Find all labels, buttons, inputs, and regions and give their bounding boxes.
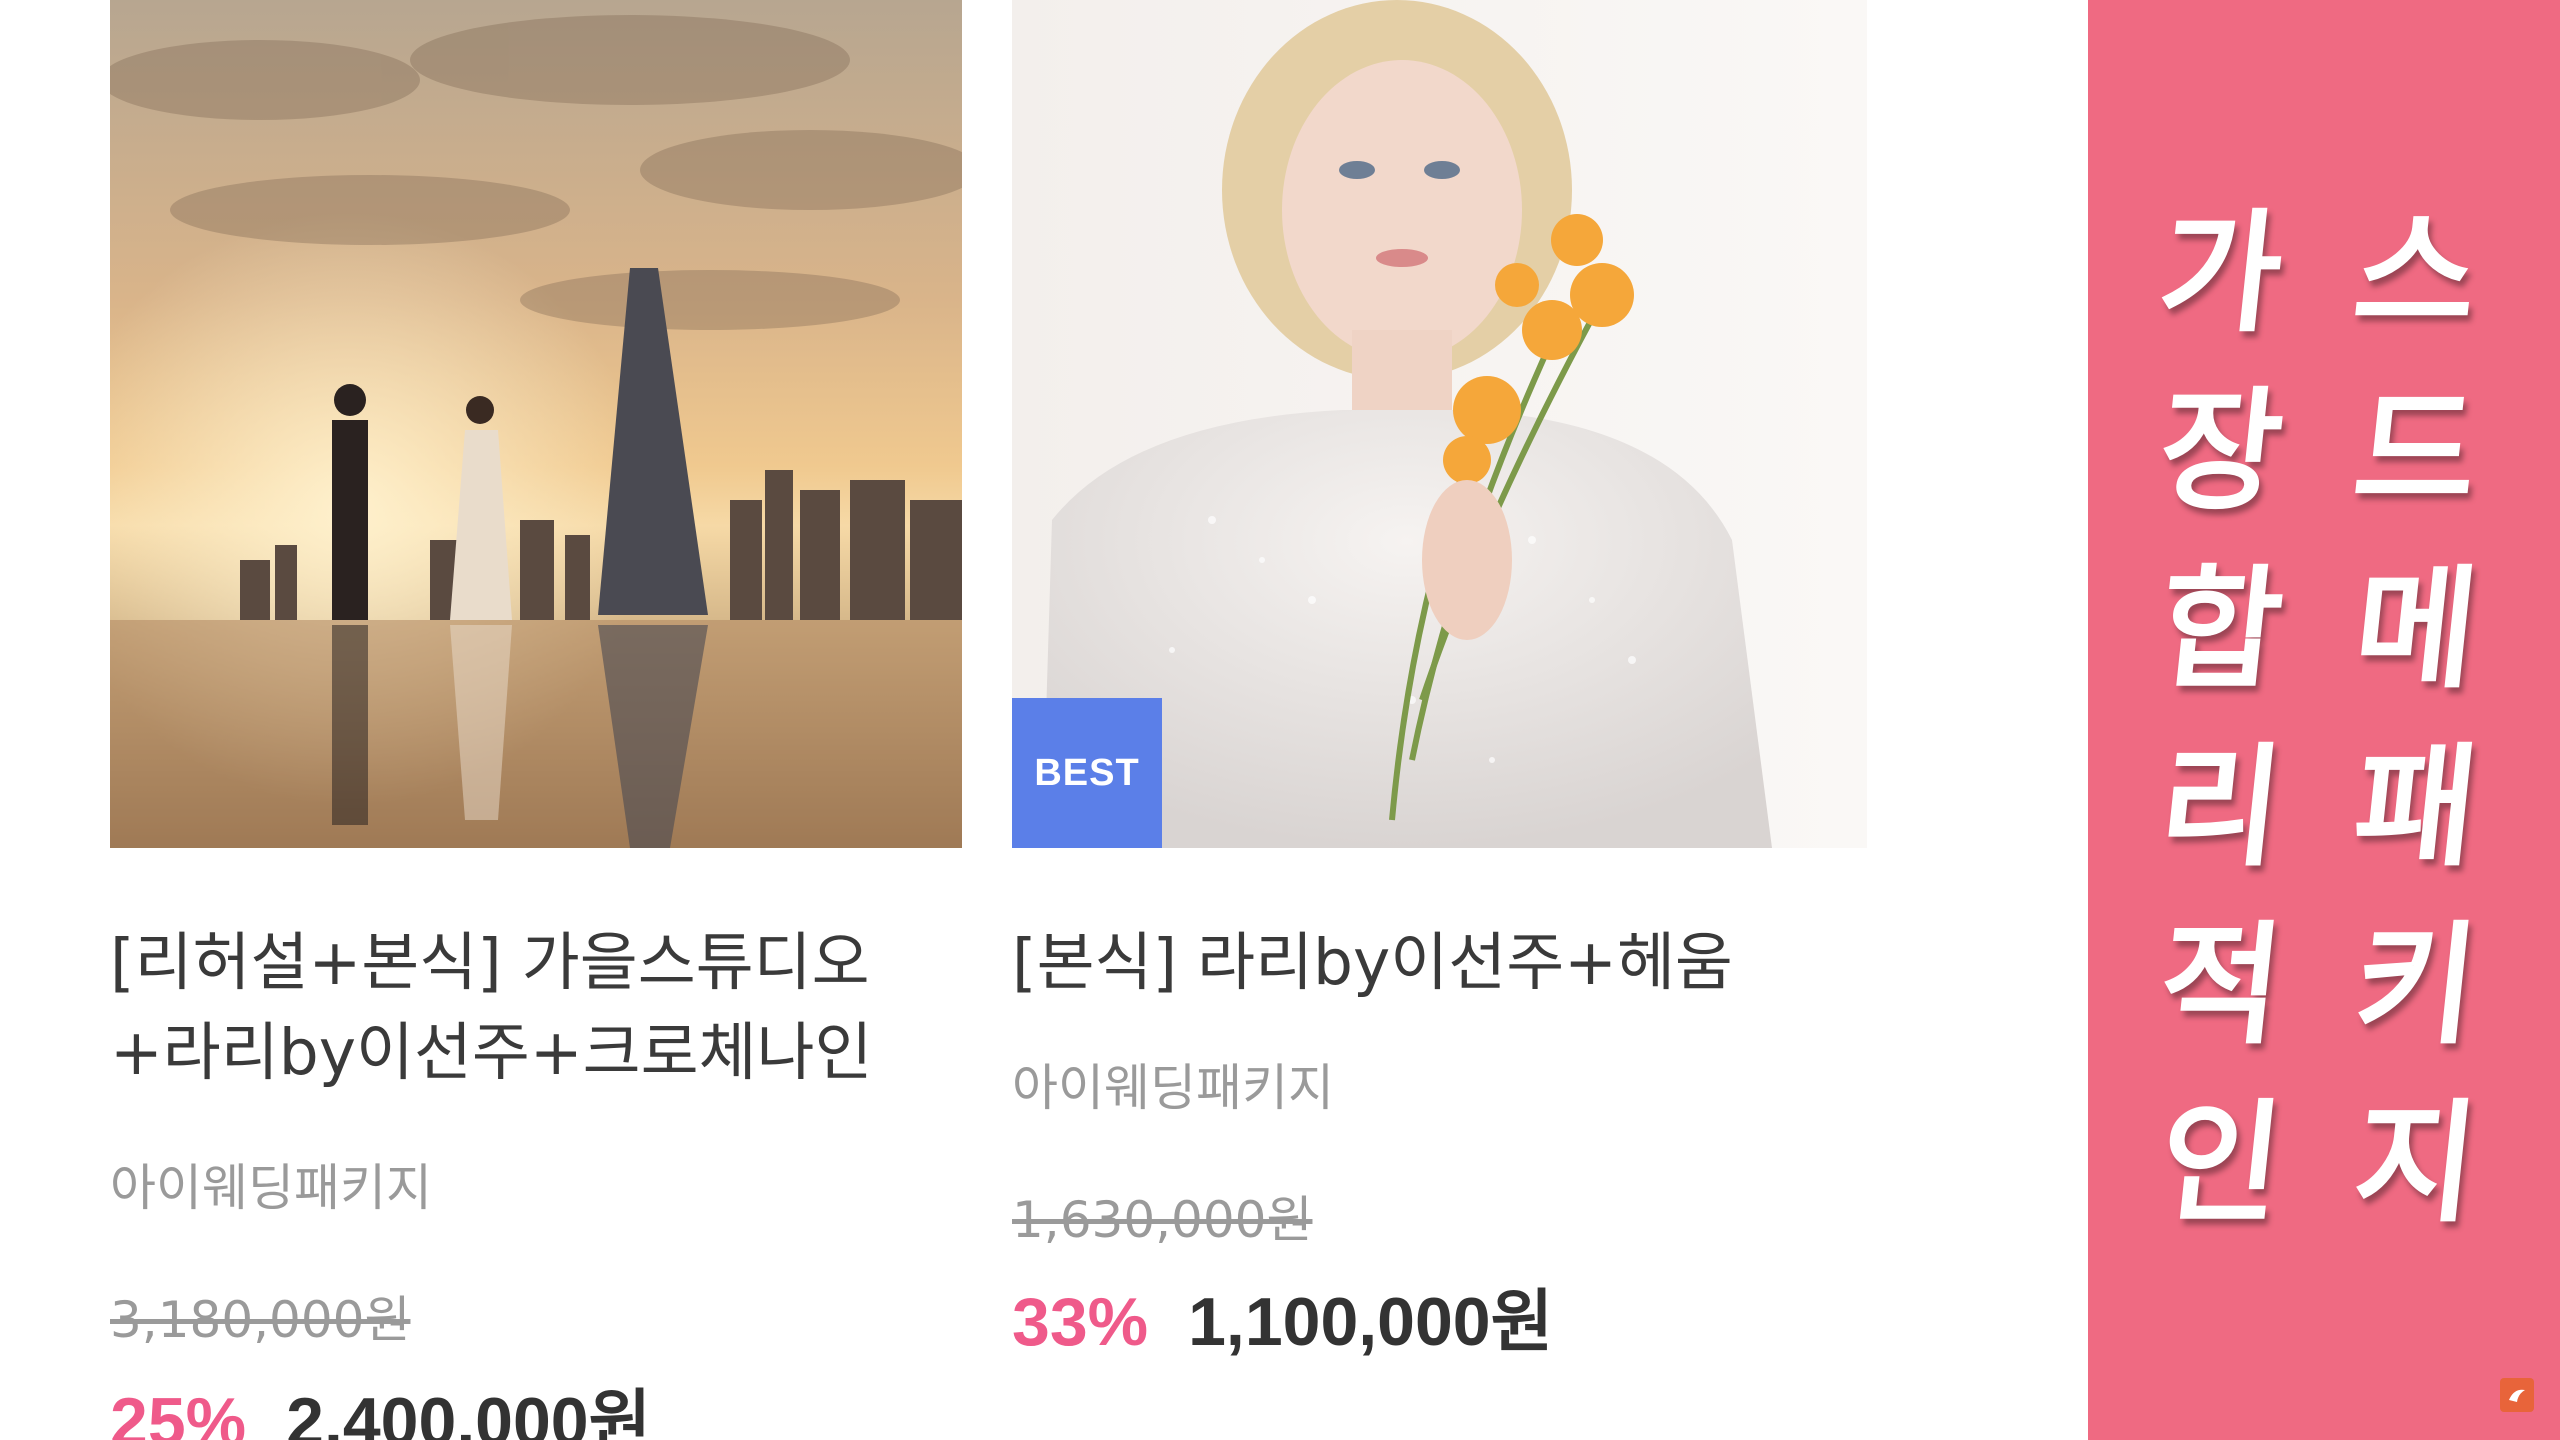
banner-char: 가: [2151, 197, 2290, 351]
logo-glyph-icon: [2509, 1389, 2525, 1402]
original-price: 3,180,000원: [110, 1291, 411, 1349]
banner-char: 장: [2151, 375, 2290, 529]
best-badge: BEST: [1012, 698, 1162, 848]
skyline-photo: [110, 0, 962, 848]
original-price: 1,630,000원: [1012, 1191, 1313, 1249]
sale-price: 1,100,000원: [1188, 1284, 1554, 1360]
banner-column-left: 가 장 합 리 적 인: [2152, 185, 2290, 1253]
vendor-name: 아이웨딩패키지: [1012, 1059, 1334, 1117]
product-title-line-1[interactable]: [본식] 라리by이선주+헤움: [1012, 918, 1867, 1008]
product-title-line-2[interactable]: +라리by이선주+크로체나인: [110, 1008, 962, 1098]
banner-char: 지: [2346, 1087, 2485, 1241]
product-card-1[interactable]: [리허설+본식] 가을스튜디오 +라리by이선주+크로체나인 아이웨딩패키지 3…: [110, 0, 962, 1440]
banner-char: 합: [2151, 553, 2290, 707]
product-image-bride[interactable]: BEST: [1012, 0, 1867, 848]
discount-percent: 33%: [1012, 1284, 1149, 1360]
channel-logo-icon: [2500, 1378, 2534, 1412]
product-title[interactable]: [본식] 라리by이선주+헤움: [1012, 918, 1867, 1008]
banner-char: 스: [2346, 197, 2485, 351]
discount-percent: 25%: [110, 1384, 247, 1440]
product-card-2[interactable]: BEST [본식] 라리by이선주+헤움 아이웨딩패키지 1,630,000원 …: [1012, 0, 1867, 1365]
price-row: 33% 1,100,000원: [1012, 1266, 1867, 1365]
price-row: 25% 2,400,000원: [110, 1366, 962, 1440]
product-title-line-1[interactable]: [리허설+본식] 가을스튜디오: [110, 918, 962, 1008]
banner-char: 메: [2346, 553, 2485, 707]
banner-char: 리: [2151, 731, 2290, 885]
product-title[interactable]: [리허설+본식] 가을스튜디오 +라리by이선주+크로체나인: [110, 918, 962, 1098]
banner-char: 적: [2151, 909, 2290, 1063]
vendor-name: 아이웨딩패키지: [110, 1159, 432, 1217]
banner-char: 인: [2151, 1087, 2290, 1241]
banner-char: 패: [2346, 731, 2485, 885]
product-image-skyline-couple[interactable]: [110, 0, 962, 848]
banner-char: 드: [2346, 375, 2485, 529]
sale-price: 2,400,000원: [286, 1384, 652, 1440]
banner-column-right: 스 드 메 패 키 지: [2347, 185, 2485, 1253]
banner-char: 키: [2346, 909, 2485, 1063]
